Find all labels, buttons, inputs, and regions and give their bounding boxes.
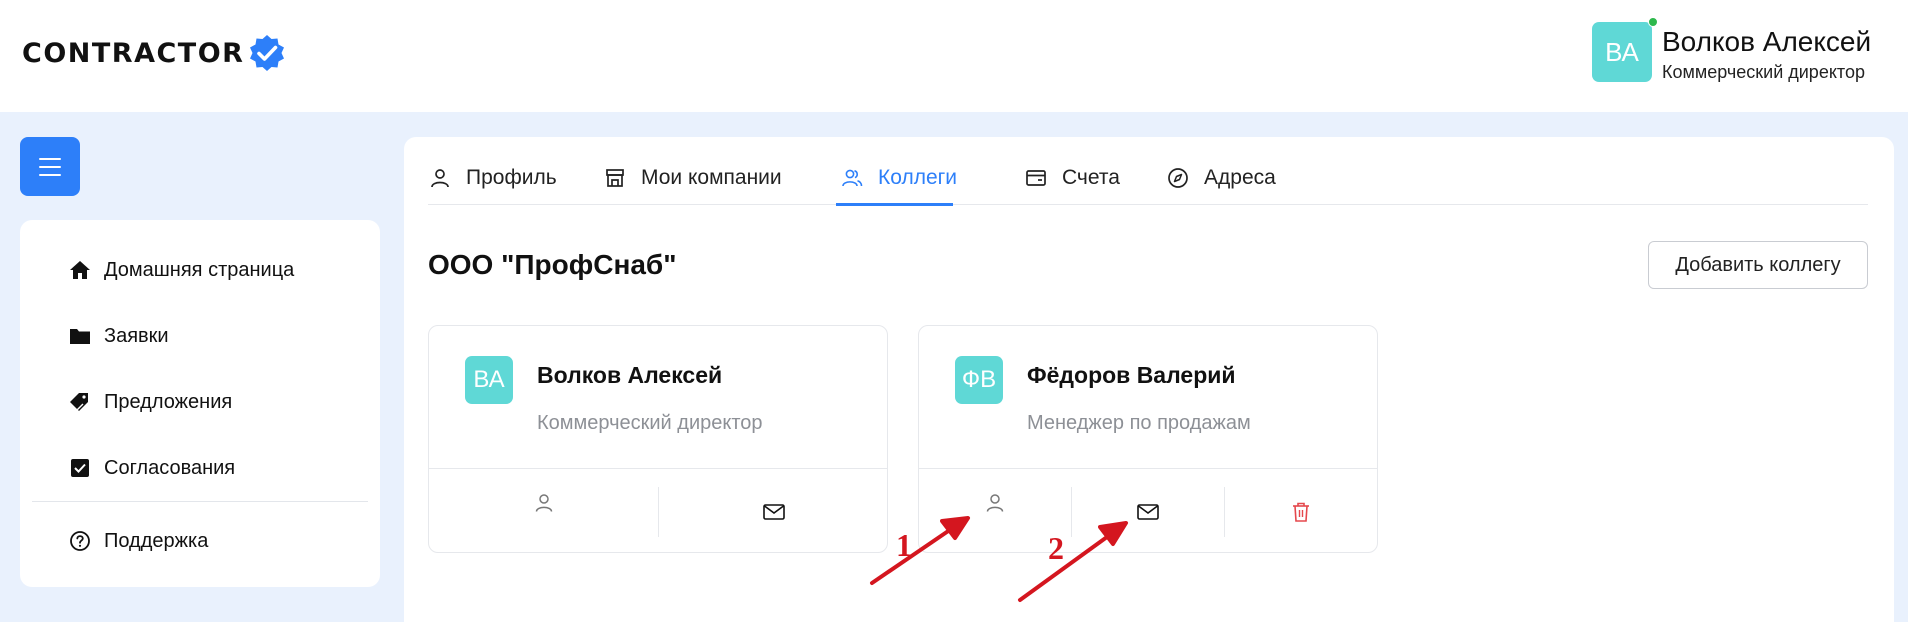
- card-actions: [919, 468, 1377, 553]
- tab-bar: Профиль Мои компании Коллеги Счета Адрес…: [428, 137, 1868, 205]
- tab-profile[interactable]: Профиль: [428, 163, 557, 193]
- tags-icon: [68, 390, 92, 414]
- avatar: ФВ: [955, 356, 1003, 404]
- sidebar-item-offers[interactable]: Предложения: [68, 387, 232, 417]
- view-profile-button[interactable]: [429, 469, 658, 554]
- sidebar-item-label: Заявки: [104, 324, 169, 347]
- tab-label: Счета: [1062, 166, 1120, 189]
- hamburger-icon: [39, 157, 61, 176]
- tab-addresses[interactable]: Адреса: [1166, 163, 1276, 193]
- colleague-card: ФВ Фёдоров Валерий Менеджер по продажам: [918, 325, 1378, 553]
- colleague-role: Менеджер по продажам: [1027, 412, 1251, 434]
- tab-label: Профиль: [466, 166, 557, 189]
- logo[interactable]: CONTRACTOR: [22, 33, 287, 73]
- send-email-button[interactable]: [659, 469, 888, 554]
- active-tab-indicator: [836, 203, 953, 206]
- home-icon: [68, 258, 92, 282]
- avatar: ВА: [1592, 17, 1658, 82]
- sidebar-item-approvals[interactable]: Согласования: [68, 453, 235, 483]
- sidebar-item-label: Поддержка: [104, 529, 209, 552]
- trash-icon: [1293, 502, 1309, 522]
- send-email-button[interactable]: [1072, 469, 1224, 554]
- tab-label: Адреса: [1204, 166, 1276, 189]
- hamburger-menu-button[interactable]: [20, 137, 80, 196]
- mail-icon: [762, 503, 785, 520]
- sidebar-item-requests[interactable]: Заявки: [68, 321, 169, 351]
- top-header: CONTRACTOR ВА Волков Алексей Коммерчески…: [0, 0, 1908, 112]
- tab-label: Мои компании: [641, 166, 782, 189]
- delete-colleague-button[interactable]: [1225, 469, 1377, 554]
- colleague-role: Коммерческий директор: [537, 412, 763, 434]
- add-colleague-button[interactable]: Добавить коллегу: [1648, 241, 1868, 289]
- company-title: ООО "ПрофСнаб": [428, 249, 677, 280]
- annotation-number-2: 2: [1048, 530, 1064, 566]
- users-icon: [840, 166, 864, 190]
- checkbox-icon: [68, 456, 92, 480]
- sidebar-item-label: Предложения: [104, 390, 233, 413]
- verified-badge-icon: [250, 35, 285, 71]
- user-role: Коммерческий директор: [1662, 62, 1865, 82]
- user-icon: [535, 493, 552, 512]
- user-icon: [986, 493, 1004, 512]
- online-status-dot: [1648, 17, 1658, 27]
- divider: [32, 501, 368, 502]
- card-actions: [429, 468, 887, 553]
- colleague-name: Фёдоров Валерий: [1027, 362, 1236, 388]
- avatar: ВА: [465, 356, 513, 404]
- tab-colleagues[interactable]: Коллеги: [840, 163, 957, 193]
- logo-text: CONTRACTOR: [22, 37, 245, 69]
- tab-my-companies[interactable]: Мои компании: [603, 163, 782, 193]
- help-circle-icon: [68, 529, 92, 553]
- user-name: Волков Алексей: [1662, 26, 1872, 57]
- main-panel: Профиль Мои компании Коллеги Счета Адрес…: [404, 137, 1894, 622]
- wallet-icon: [1024, 166, 1048, 190]
- sidebar-item-home[interactable]: Домашняя страница: [68, 255, 294, 285]
- user-menu[interactable]: ВА Волков Алексей Коммерческий директор: [1592, 17, 1872, 83]
- avatar-initials: ВА: [1605, 36, 1639, 67]
- colleague-card: ВА Волков Алексей Коммерческий директор: [428, 325, 888, 553]
- folder-icon: [68, 324, 92, 348]
- store-icon: [603, 166, 627, 190]
- user-icon: [428, 166, 452, 190]
- sidebar: Домашняя страница Заявки Предложения Сог…: [20, 220, 380, 587]
- compass-icon: [1166, 166, 1190, 190]
- sidebar-item-label: Согласования: [104, 456, 236, 479]
- tab-invoices[interactable]: Счета: [1024, 163, 1120, 193]
- annotation-number-1: 1: [896, 527, 912, 563]
- sidebar-item-label: Домашняя страница: [104, 258, 295, 281]
- colleague-name: Волков Алексей: [537, 362, 723, 388]
- sidebar-item-support[interactable]: Поддержка: [68, 526, 208, 556]
- tab-label: Коллеги: [878, 166, 958, 189]
- mail-icon: [1137, 503, 1159, 520]
